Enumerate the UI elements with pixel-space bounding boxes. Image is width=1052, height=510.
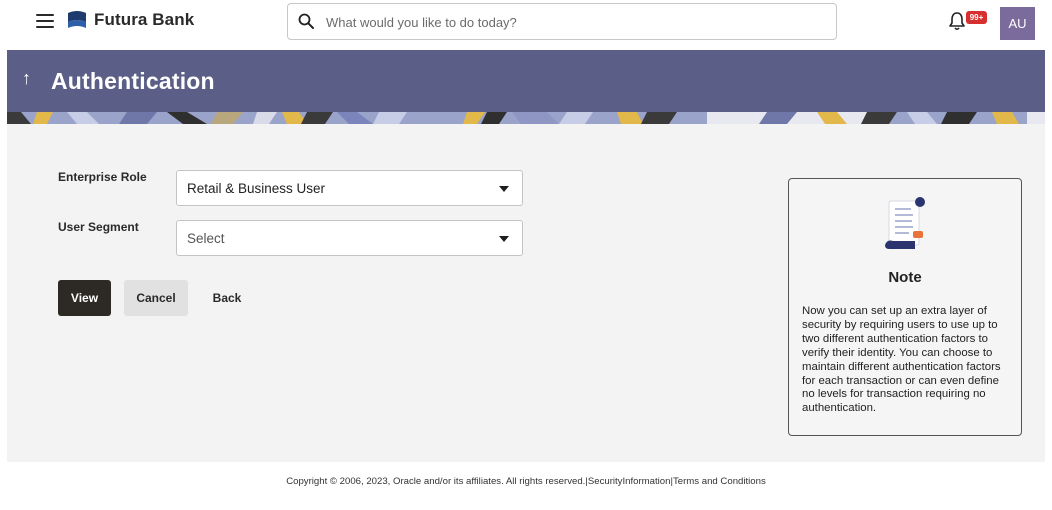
user-segment-select[interactable]: Select bbox=[176, 220, 523, 256]
user-segment-label: User Segment bbox=[58, 220, 139, 234]
back-arrow-icon[interactable]: ↑ bbox=[22, 68, 31, 89]
hamburger-menu-icon[interactable] bbox=[36, 13, 54, 28]
security-information-link[interactable]: SecurityInformation bbox=[588, 476, 671, 487]
copyright-text: Copyright © 2006, 2023, Oracle and/or it… bbox=[286, 476, 586, 487]
note-title: Note bbox=[888, 269, 922, 286]
back-button[interactable]: Back bbox=[203, 280, 251, 316]
search-input[interactable] bbox=[326, 10, 826, 34]
enterprise-role-value: Retail & Business User bbox=[187, 181, 326, 196]
notification-badge[interactable]: 99+ bbox=[966, 11, 987, 24]
footer: Copyright © 2006, 2023, Oracle and/or it… bbox=[0, 476, 1052, 487]
bell-icon[interactable] bbox=[948, 11, 966, 31]
cancel-button[interactable]: Cancel bbox=[124, 280, 188, 316]
chevron-down-icon bbox=[499, 186, 509, 192]
note-document-icon bbox=[885, 197, 925, 249]
terms-and-conditions-link[interactable]: Terms and Conditions bbox=[673, 476, 766, 487]
futura-bank-logo[interactable] bbox=[66, 9, 88, 31]
search-bar[interactable] bbox=[287, 3, 837, 40]
enterprise-role-label: Enterprise Role bbox=[58, 170, 147, 184]
banner-decorative-strip bbox=[7, 112, 1045, 124]
user-segment-value: Select bbox=[187, 231, 225, 246]
top-bar: Futura Bank 99+ AU bbox=[0, 0, 1052, 44]
enterprise-role-select[interactable]: Retail & Business User bbox=[176, 170, 523, 206]
brand-name[interactable]: Futura Bank bbox=[94, 10, 194, 30]
note-card: Note Now you can set up an extra layer o… bbox=[788, 178, 1022, 436]
user-avatar[interactable]: AU bbox=[1000, 7, 1035, 40]
main-panel: Enterprise Role Retail & Business User U… bbox=[7, 124, 1045, 462]
view-button[interactable]: View bbox=[58, 280, 111, 316]
page-banner: ↑ Authentication bbox=[7, 50, 1045, 124]
page-title: Authentication bbox=[51, 68, 215, 94]
note-body: Now you can set up an extra layer of sec… bbox=[802, 305, 1001, 415]
search-icon bbox=[298, 13, 314, 29]
chevron-down-icon bbox=[499, 236, 509, 242]
